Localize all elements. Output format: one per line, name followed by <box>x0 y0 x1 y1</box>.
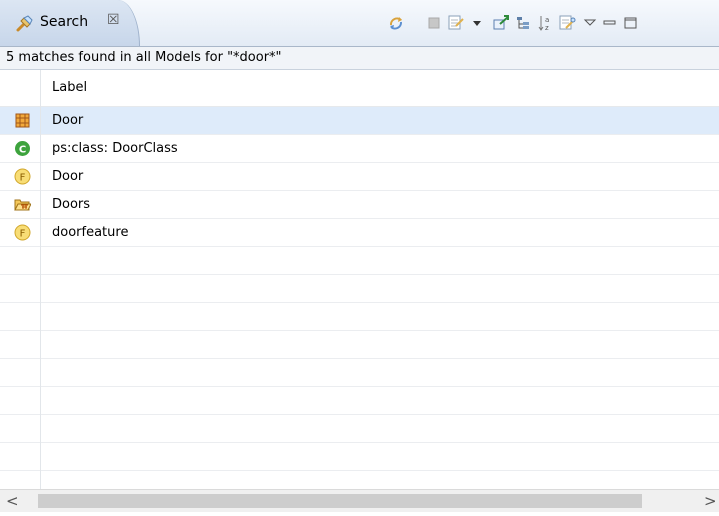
search-status-bar: 5 matches found in all Models for "*door… <box>0 47 719 70</box>
empty-row <box>0 387 719 415</box>
sort-icon[interactable]: az <box>536 12 556 34</box>
search-history-icon[interactable] <box>557 12 577 34</box>
row-label: Doors <box>52 197 91 212</box>
tree-view-icon[interactable] <box>513 12 533 34</box>
row-label: Door <box>52 169 84 184</box>
dropdown-arrow-icon[interactable] <box>467 12 487 34</box>
maximize-icon[interactable] <box>621 12 641 34</box>
svg-text:a: a <box>545 16 549 24</box>
tab-close-icon[interactable]: ☒ <box>107 12 120 28</box>
table-row[interactable]: C ps:class: DoorClass <box>0 135 719 163</box>
search-flashlight-icon <box>15 13 35 33</box>
match-count-text: 5 matches found in all Models for "*door… <box>6 50 282 65</box>
minimize-icon[interactable] <box>600 12 620 34</box>
empty-row <box>0 443 719 471</box>
scroll-right-icon[interactable]: > <box>704 492 717 510</box>
row-label: ps:class: DoorClass <box>52 141 178 156</box>
stop-icon[interactable] <box>424 12 444 34</box>
table-row[interactable]: Door <box>0 107 719 135</box>
table-row[interactable]: Doors <box>0 191 719 219</box>
class-c-icon: C <box>14 140 31 157</box>
export-icon[interactable] <box>491 12 511 34</box>
svg-text:F: F <box>20 229 26 240</box>
pin-search-icon[interactable] <box>446 12 466 34</box>
scrollbar-thumb[interactable] <box>38 494 642 508</box>
svg-text:z: z <box>545 24 549 32</box>
search-tab[interactable]: Search ☒ <box>0 0 140 46</box>
view-menu-icon[interactable] <box>580 12 600 34</box>
empty-row <box>0 275 719 303</box>
tab-title: Search <box>40 14 89 30</box>
feature-f-icon: F <box>14 168 31 185</box>
scroll-left-icon[interactable]: < <box>6 492 19 510</box>
sync-icon[interactable] <box>386 12 406 34</box>
table-row[interactable]: F Door <box>0 163 719 191</box>
feature-f-icon: F <box>14 224 31 241</box>
empty-row <box>0 331 719 359</box>
row-label: doorfeature <box>52 225 129 240</box>
svg-text:C: C <box>19 145 26 156</box>
svg-text:F: F <box>20 173 26 184</box>
view-tab-bar: Search ☒ az <box>0 0 719 47</box>
results-table: Label Door C ps:class: DoorClass F Door … <box>0 70 719 494</box>
horizontal-scrollbar[interactable]: < > <box>0 489 719 512</box>
row-label: Door <box>52 113 84 128</box>
empty-row <box>0 247 719 275</box>
table-header: Label <box>0 70 719 107</box>
component-grid-icon <box>14 112 31 129</box>
column-gutter-line <box>40 70 41 494</box>
empty-row <box>0 303 719 331</box>
column-header-label[interactable]: Label <box>52 80 87 95</box>
empty-row <box>0 359 719 387</box>
folder-open-icon <box>14 196 32 213</box>
empty-row <box>0 415 719 443</box>
table-row[interactable]: F doorfeature <box>0 219 719 247</box>
